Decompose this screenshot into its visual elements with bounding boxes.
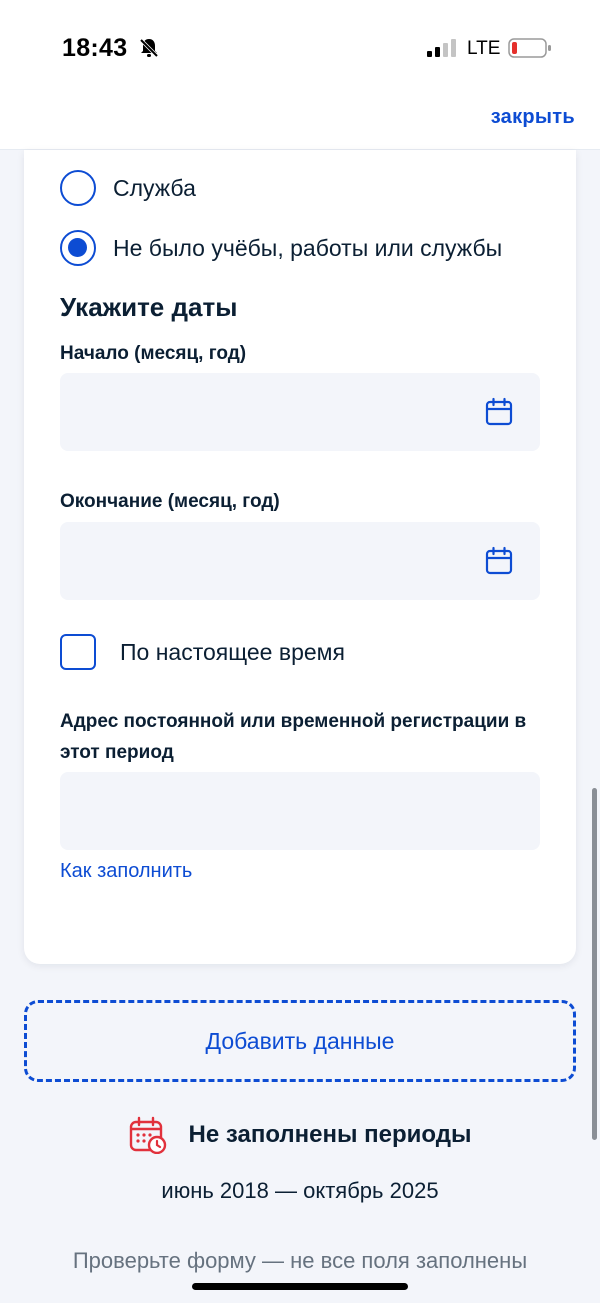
end-date-label: Окончание (месяц, год): [60, 491, 280, 512]
signal-icon: [427, 39, 456, 57]
address-field[interactable]: [60, 772, 540, 850]
form-card: Служба Не было учёбы, работы или службы …: [24, 150, 576, 964]
start-date-label: Начало (месяц, год): [60, 343, 247, 364]
present-time-checkbox[interactable]: [60, 634, 96, 670]
top-bar: закрыть: [0, 98, 600, 150]
battery-low-icon: [508, 38, 551, 58]
present-time-checkbox-row[interactable]: По настоящее время: [60, 634, 345, 670]
section-title: Укажите даты: [60, 292, 238, 322]
radio-button[interactable]: [60, 170, 96, 206]
radio-option-none[interactable]: Не было учёбы, работы или службы: [60, 230, 502, 266]
radio-label: Служба: [113, 174, 196, 201]
home-indicator[interactable]: [192, 1283, 408, 1290]
present-time-label: По настоящее время: [120, 638, 345, 665]
add-data-label: Добавить данные: [205, 1027, 395, 1054]
radio-label: Не было учёбы, работы или службы: [113, 234, 503, 261]
scrollbar[interactable]: [592, 788, 597, 1140]
end-date-field[interactable]: [60, 522, 540, 600]
start-date-field[interactable]: [60, 373, 540, 451]
warning-title: Не заполнены периоды: [188, 1121, 472, 1148]
status-bar: 18:43 LTE: [0, 0, 600, 98]
calendar-icon[interactable]: [484, 397, 514, 427]
how-to-fill-link[interactable]: Как заполнить: [60, 860, 192, 883]
form-status-note: Проверьте форму — не все поля заполнены: [72, 1248, 528, 1273]
close-button[interactable]: закрыть: [491, 106, 575, 129]
warning-header: Не заполнены периоды: [0, 1116, 600, 1154]
address-label: Адрес постоянной или временной регистрац…: [60, 711, 527, 763]
radio-option-service[interactable]: Служба: [60, 170, 196, 206]
period-range: июнь 2018 — октябрь 2025: [161, 1178, 439, 1203]
status-time: 18:43: [62, 34, 128, 62]
network-type: LTE: [467, 38, 501, 59]
calendar-warning-icon: [129, 1116, 166, 1154]
calendar-icon[interactable]: [484, 546, 514, 576]
add-data-button[interactable]: Добавить данные: [24, 1000, 576, 1082]
bell-off-icon: [139, 38, 159, 58]
radio-button-selected[interactable]: [60, 230, 96, 266]
